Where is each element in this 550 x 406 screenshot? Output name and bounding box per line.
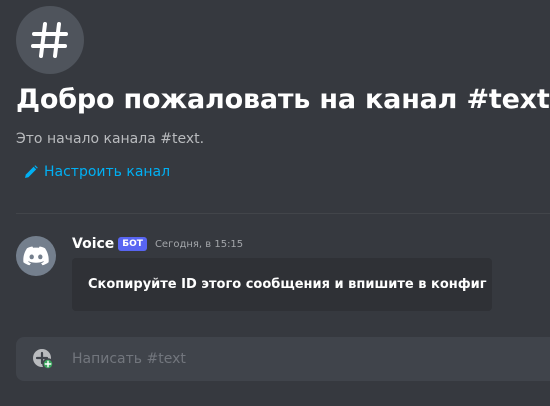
divider [16, 213, 550, 214]
message-composer [16, 337, 550, 381]
bot-badge: БОТ [118, 237, 147, 251]
channel-welcome-title: Добро пожаловать на канал #text! [16, 84, 550, 115]
edit-channel-link[interactable]: Настроить канал [24, 164, 170, 180]
channel-welcome-subtitle: Это начало канала #text. [16, 131, 205, 147]
pencil-icon [25, 165, 38, 178]
edit-channel-label[interactable]: Настроить канал [44, 164, 170, 180]
hash-icon [31, 22, 68, 58]
message-header: Voice БОТ Сегодня, в 15:15 [72, 236, 243, 252]
message-input[interactable] [72, 337, 540, 381]
message-timestamp: Сегодня, в 15:15 [154, 238, 244, 250]
add-attachment-icon [33, 349, 54, 370]
message-embed: Скопируйте ID этого сообщения и впишите … [72, 258, 492, 311]
embed-text: Скопируйте ID этого сообщения и впишите … [88, 277, 487, 292]
channel-hash-avatar [16, 6, 84, 74]
avatar[interactable] [16, 236, 56, 276]
attach-button[interactable] [32, 348, 54, 370]
author-name[interactable]: Voice [72, 236, 114, 252]
discord-logo-icon [23, 246, 49, 266]
